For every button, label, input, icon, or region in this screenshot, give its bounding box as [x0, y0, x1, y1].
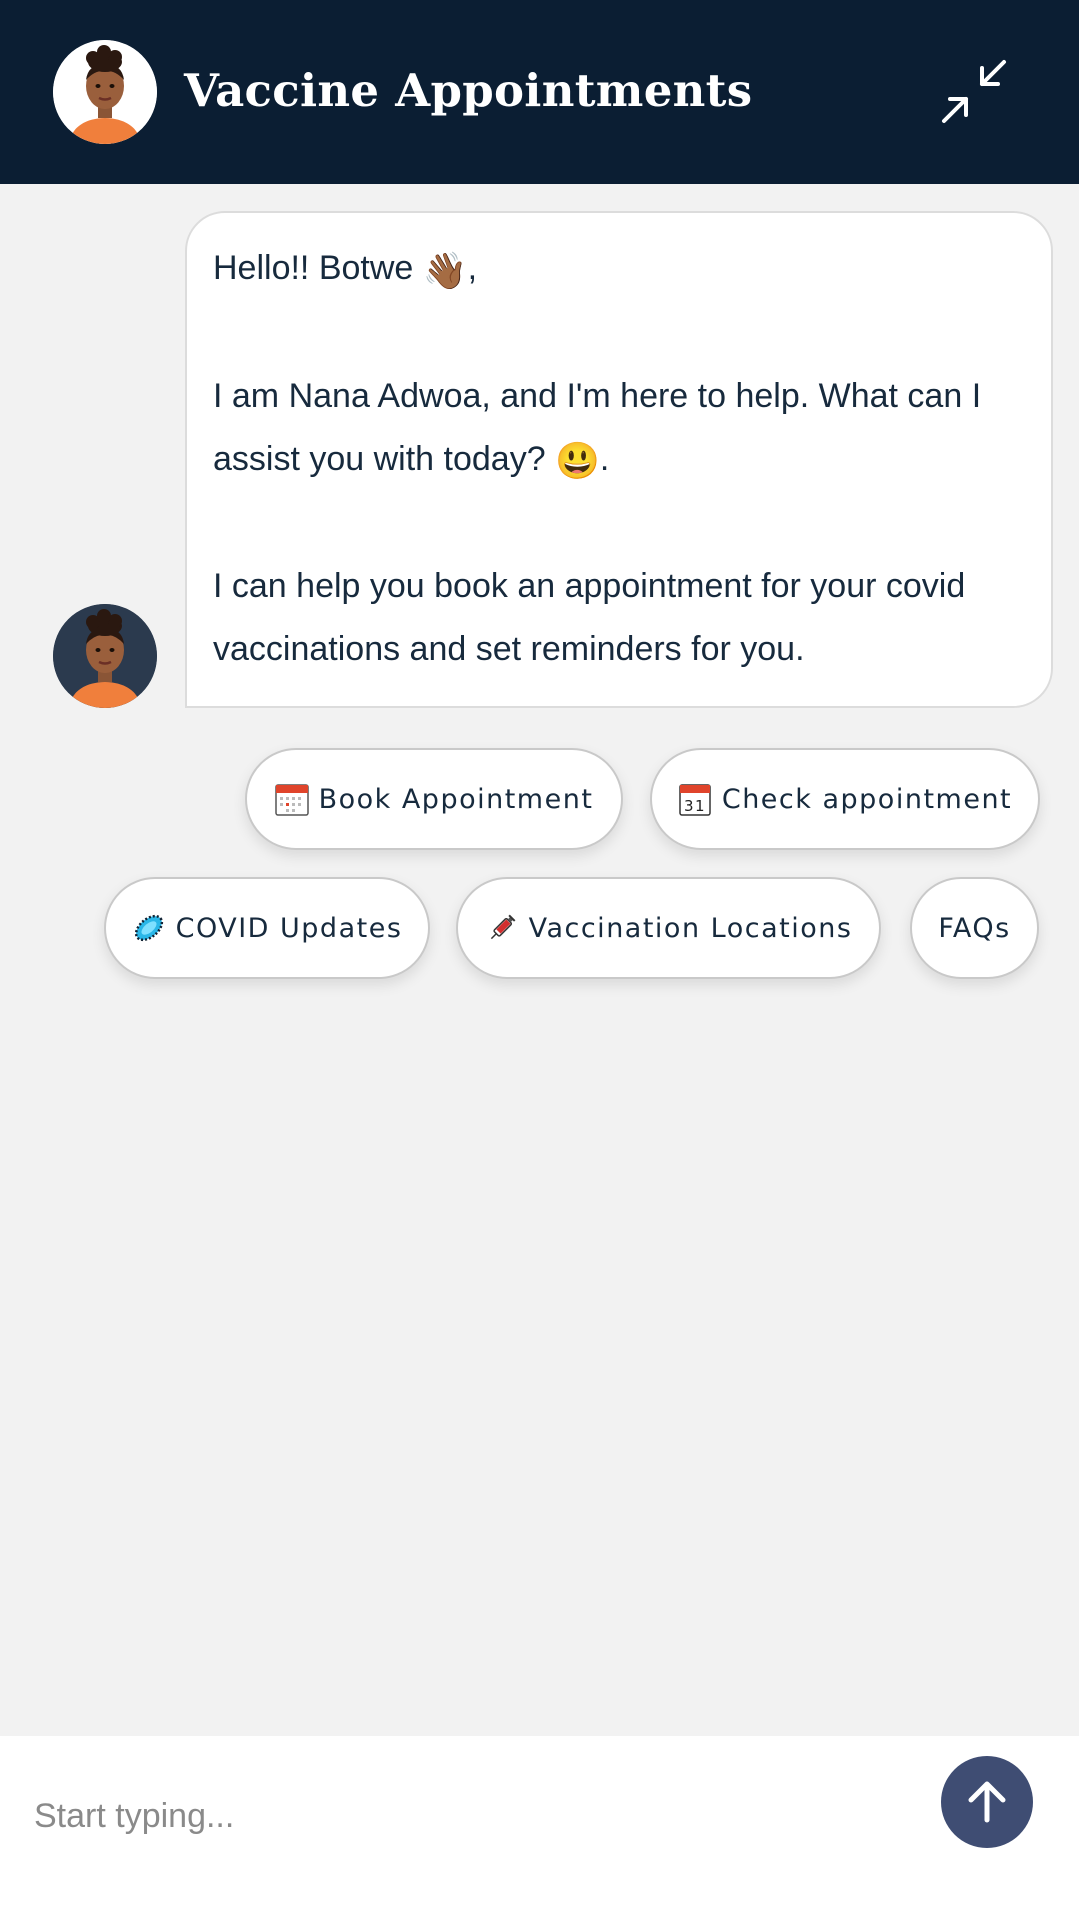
intro-line: I am Nana Adwoa, and I'm here to help. W…	[213, 365, 1025, 493]
bot-avatar	[53, 604, 157, 708]
header-title: Vaccine Appointments	[184, 64, 753, 117]
quick-reply-label: Book Appointment	[318, 783, 594, 815]
quick-reply-faqs[interactable]: FAQs	[910, 877, 1039, 979]
quick-reply-covid-updates[interactable]: COVID Updates	[104, 877, 430, 979]
date-calendar-icon: 31	[679, 784, 711, 816]
minimize-arrows-icon	[942, 60, 1006, 123]
message-input[interactable]	[34, 1786, 894, 1846]
woman-avatar-icon	[53, 40, 157, 144]
chat-messages[interactable]: Hello!! Botwe 👋🏾, I am Nana Adwoa, and I…	[0, 184, 1079, 1736]
bot-message-bubble: Hello!! Botwe 👋🏾, I am Nana Adwoa, and I…	[185, 211, 1053, 708]
quick-reply-label: Check appointment	[721, 783, 1013, 815]
quick-reply-label: Vaccination Locations	[528, 912, 853, 944]
minimize-button[interactable]	[940, 58, 1008, 126]
quick-reply-vaccination-locations[interactable]: Vaccination Locations	[456, 877, 881, 979]
chat-header: Vaccine Appointments	[0, 0, 1079, 184]
quick-reply-book-appointment[interactable]: Book Appointment	[245, 748, 623, 850]
quick-reply-label: COVID Updates	[175, 912, 403, 944]
waving-hand-icon: 👋🏾	[422, 249, 468, 291]
arrow-up-icon	[968, 1781, 1006, 1823]
message-composer	[0, 1736, 1079, 1919]
send-button[interactable]	[941, 1756, 1033, 1848]
quick-reply-check-appointment[interactable]: 31 Check appointment	[650, 748, 1040, 850]
svg-text:31: 31	[684, 797, 706, 815]
greeting-text: Hello!! Botwe	[213, 249, 414, 287]
greeting-line: Hello!! Botwe 👋🏾,	[213, 237, 1025, 302]
smiley-icon: 😃	[555, 440, 600, 482]
help-line: I can help you book an appointment for y…	[213, 567, 966, 669]
calendar-icon	[274, 784, 309, 816]
intro-suffix: .	[599, 439, 610, 478]
woman-avatar-icon	[53, 604, 157, 708]
greeting-suffix: ,	[467, 249, 478, 287]
microbe-icon	[134, 914, 163, 942]
quick-reply-label: FAQs	[938, 912, 1011, 944]
syringe-icon	[490, 914, 516, 940]
